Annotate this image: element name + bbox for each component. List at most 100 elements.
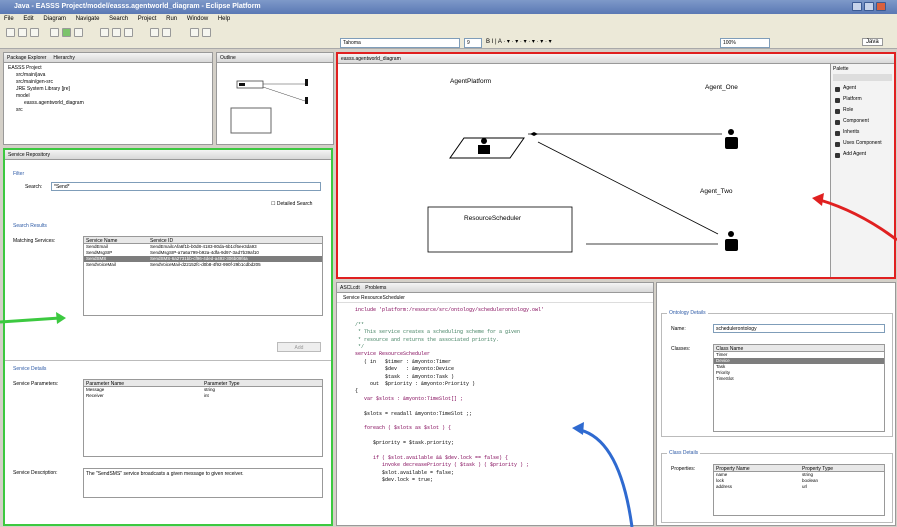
menu-search[interactable]: Search xyxy=(109,16,128,22)
new-package-icon[interactable] xyxy=(112,28,121,37)
tree-item[interactable]: model xyxy=(8,93,208,100)
palette-title: Palette xyxy=(833,66,849,72)
open-type-icon[interactable] xyxy=(124,28,133,37)
external-tools-icon[interactable] xyxy=(74,28,83,37)
minimize-button[interactable] xyxy=(852,2,862,11)
zoom-value: 100% xyxy=(723,40,736,46)
maximize-button[interactable] xyxy=(864,2,874,11)
tab-diagram[interactable]: easss.agentworld_diagram xyxy=(341,56,401,62)
params-table: Parameter Name Parameter Type Message stri… xyxy=(83,379,323,457)
agent-platform-label: AgentPlatform xyxy=(450,78,492,85)
ontology-section: Ontology Details xyxy=(667,310,708,316)
package-explorer: Package Explorer Hierarchy EASSS Project… xyxy=(3,52,213,145)
code-line: invoke decreasePriority ( $task ) ( $pri… xyxy=(355,462,530,469)
table-row[interactable]: address url xyxy=(714,484,884,490)
palette-item-uses-component[interactable]: Uses Component xyxy=(833,140,892,151)
table-row[interactable]: Receiver int xyxy=(84,393,322,399)
tab-outline[interactable]: Outline xyxy=(220,55,236,61)
print-icon[interactable] xyxy=(30,28,39,37)
outline-tabs: Outline xyxy=(217,53,333,63)
col-service-name: Service Name xyxy=(86,238,118,244)
save-icon[interactable] xyxy=(18,28,27,37)
tab-problems[interactable]: Problems xyxy=(365,285,386,291)
menu-window[interactable]: Window xyxy=(187,16,208,22)
diagram-editor: easss.agentworld_diagram AgentPlatform A… xyxy=(336,52,896,279)
cell-name: SendVoiceMail xyxy=(86,262,116,267)
code-line: $dev : &myonto:Device xyxy=(355,366,455,373)
palette-item-role[interactable]: Role xyxy=(833,107,892,118)
menu-edit[interactable]: Edit xyxy=(23,16,33,22)
tab-hierarchy[interactable]: Hierarchy xyxy=(53,55,74,61)
tree-item[interactable]: src xyxy=(8,107,208,114)
palette-tools[interactable] xyxy=(833,74,892,81)
code-line: */ xyxy=(355,344,365,351)
ontology-panel: Ontology Details Name: schedulerontology… xyxy=(656,282,896,526)
search-icon[interactable] xyxy=(150,28,159,37)
cell-id: SendVoiceMail-d22152fc-d0b8-4f92-990f-29… xyxy=(150,262,261,267)
zoom-combo[interactable]: 100% xyxy=(720,38,770,48)
filter-section: Filter xyxy=(13,171,25,177)
table-row[interactable]: SendVoiceMail SendVoiceMail-d22152fc-d0b8… xyxy=(84,262,322,268)
forward-icon[interactable] xyxy=(202,28,211,37)
params-label: Service Parameters: xyxy=(13,381,59,387)
close-button[interactable] xyxy=(876,2,886,11)
outline-view: Outline xyxy=(216,52,334,145)
tab-ascl[interactable]: ASCLcdt xyxy=(340,285,360,291)
menu-help[interactable]: Help xyxy=(218,16,230,22)
project-tree: EASSS Project src/main/java src/main/gen… xyxy=(4,63,212,116)
tab-package-explorer[interactable]: Package Explorer xyxy=(7,55,46,61)
code-line: foreach ( $slots as $slot ) { xyxy=(355,425,452,432)
details-section: Service Details xyxy=(13,366,47,372)
debug-icon[interactable] xyxy=(50,28,59,37)
service-repository-tabs: Service Repository xyxy=(5,150,331,160)
col-prop-name: Property Name xyxy=(716,466,750,472)
class-details-section: Class Details xyxy=(667,450,701,456)
search-value: *Send* xyxy=(54,184,70,190)
menu-file[interactable]: File xyxy=(4,16,14,22)
back-icon[interactable] xyxy=(190,28,199,37)
add-button[interactable]: Add xyxy=(277,342,321,352)
search-label: Search: xyxy=(25,184,43,190)
format-icons[interactable]: B I | A · ▾ · ▾ · ▾ · ▾ · ▾ · ▾ xyxy=(486,38,552,45)
code-line: $dev.lock = true; xyxy=(355,477,434,484)
detailed-search-checkbox[interactable]: ☐ Detailed Search xyxy=(271,201,312,207)
ontology-name-field[interactable]: schedulerontology xyxy=(713,324,885,333)
palette-item-component[interactable]: Component xyxy=(833,118,892,129)
tree-item[interactable]: src/main/java xyxy=(8,72,208,79)
tree-item[interactable]: src/main/gen-src xyxy=(8,79,208,86)
new-class-icon[interactable] xyxy=(100,28,109,37)
description-field[interactable]: The "SendSMS" service broadcasts a given… xyxy=(83,468,323,498)
package-explorer-tabs: Package Explorer Hierarchy xyxy=(4,53,212,63)
run-icon[interactable] xyxy=(62,28,71,37)
font-size-combo[interactable]: 9 xyxy=(464,38,482,48)
code-line: $task : &myonto:Task ) xyxy=(355,373,455,380)
code-area[interactable]: include 'platform:/resource/src/ontology… xyxy=(337,303,653,485)
menu-navigate[interactable]: Navigate xyxy=(76,16,100,22)
perspective-java[interactable]: Java xyxy=(862,38,883,46)
palette-item-inherits[interactable]: Inherits xyxy=(833,129,892,140)
font-combo[interactable]: Tahoma xyxy=(340,38,460,48)
agent-two-label: Agent_Two xyxy=(700,188,733,195)
tab-service-repository[interactable]: Service Repository xyxy=(8,152,50,158)
menu-run[interactable]: Run xyxy=(166,16,177,22)
menu-diagram[interactable]: Diagram xyxy=(43,16,66,22)
menu-project[interactable]: Project xyxy=(138,16,157,22)
classes-table: Class Name Timer Device Task Priority Ti… xyxy=(713,344,885,432)
description-text: The "SendSMS" service broadcasts a given… xyxy=(86,471,244,477)
code-line: { xyxy=(355,388,359,395)
palette-item-agent[interactable]: Agent xyxy=(833,85,892,96)
annotation-icon[interactable] xyxy=(162,28,171,37)
palette-item-add-agent[interactable]: Add Agent xyxy=(833,151,892,162)
tree-item[interactable]: easss.agentworld_diagram xyxy=(8,100,208,107)
search-input[interactable]: *Send* xyxy=(51,182,321,191)
cell-prop: address xyxy=(716,484,733,489)
tree-item[interactable]: JRE System Library [jre] xyxy=(8,86,208,93)
code-line: $priority = $task.priority; xyxy=(355,440,455,447)
tree-item[interactable]: EASSS Project xyxy=(8,65,208,72)
new-icon[interactable] xyxy=(6,28,15,37)
palette-item-platform[interactable]: Platform xyxy=(833,96,892,107)
editor-tabs: ASCLcdt Problems xyxy=(337,283,653,293)
diagram-canvas[interactable] xyxy=(338,64,828,277)
class-row[interactable]: TimeSlot xyxy=(714,376,884,382)
